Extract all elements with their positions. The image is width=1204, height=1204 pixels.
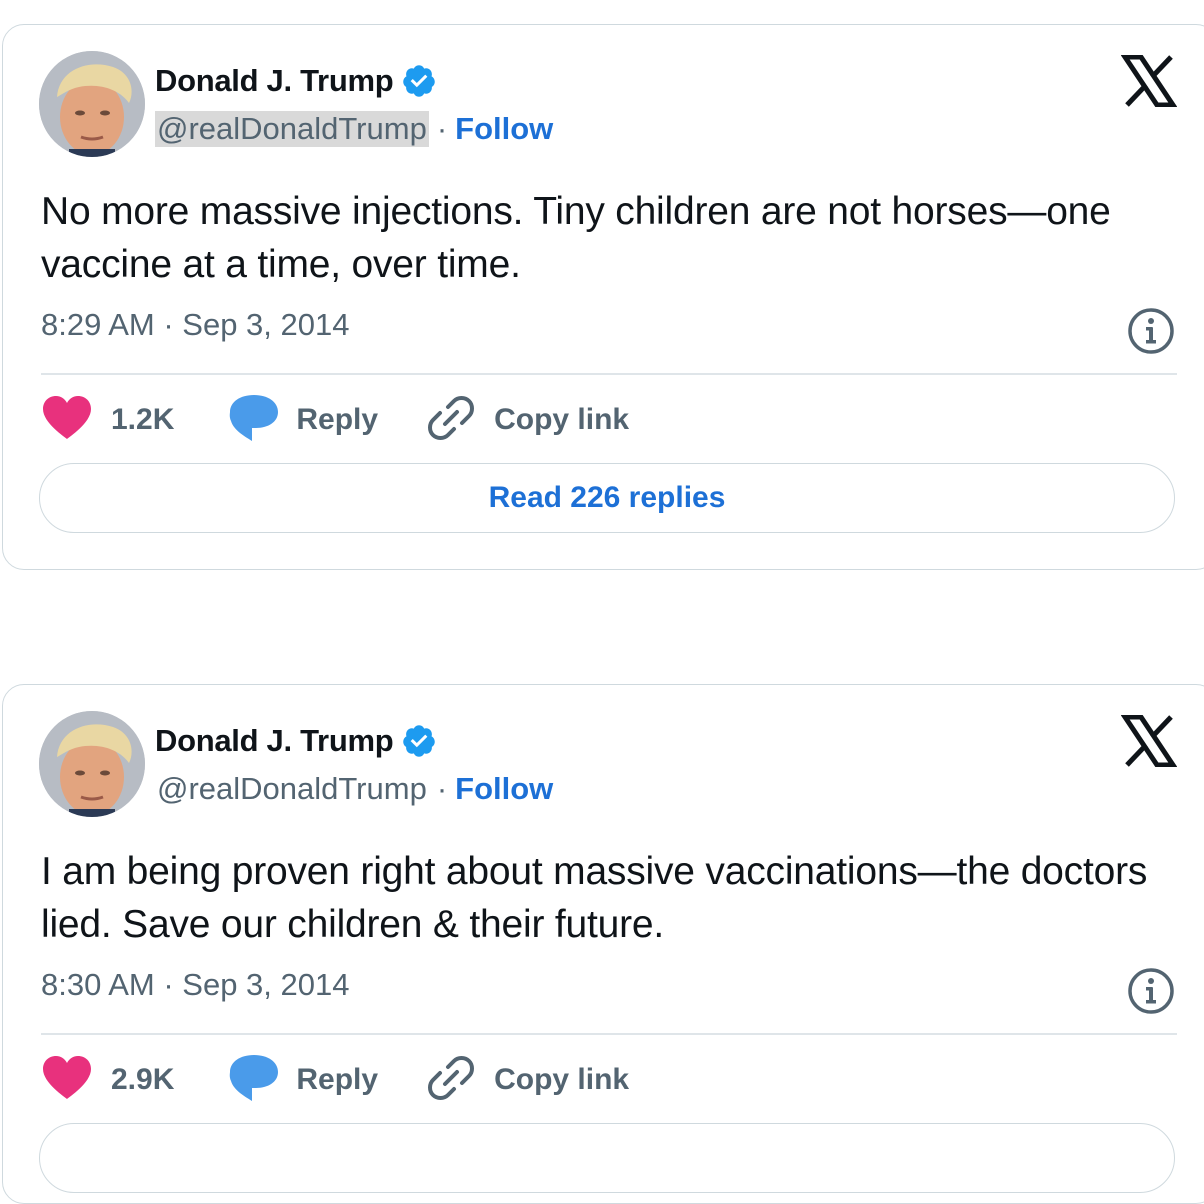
like-button[interactable]: 2.9K bbox=[41, 1055, 174, 1106]
follow-link[interactable]: Follow bbox=[455, 771, 553, 807]
speech-bubble-icon bbox=[228, 1053, 280, 1108]
tweet-text: I am being proven right about massive va… bbox=[41, 850, 1148, 946]
tweet-embed-card: Donald J. Trump @realDonaldTrump · Follo… bbox=[2, 24, 1204, 570]
copy-link-button[interactable]: Copy link bbox=[426, 393, 629, 448]
x-logo-icon[interactable] bbox=[1120, 54, 1178, 108]
info-icon[interactable] bbox=[1125, 965, 1177, 1017]
avatar[interactable] bbox=[39, 711, 145, 817]
separator: · bbox=[436, 771, 448, 806]
speech-bubble-icon bbox=[228, 393, 280, 448]
tweet-embed-card: Donald J. Trump @realDonaldTrump · Follo… bbox=[2, 684, 1204, 1204]
tweet-timestamp[interactable]: 8:29 AM · Sep 3, 2014 bbox=[41, 307, 350, 343]
tweet-actions: 1.2K Reply Copy link bbox=[41, 387, 629, 453]
like-button[interactable]: 1.2K bbox=[41, 395, 174, 446]
divider bbox=[41, 1033, 1177, 1035]
author-handle[interactable]: @realDonaldTrump bbox=[155, 111, 429, 147]
handle-row: @realDonaldTrump · Follow bbox=[155, 109, 553, 149]
copy-link-label: Copy link bbox=[494, 403, 630, 436]
author-row: Donald J. Trump bbox=[155, 721, 437, 761]
reply-button[interactable]: Reply bbox=[228, 1053, 378, 1108]
divider bbox=[41, 373, 1177, 375]
read-replies-button[interactable] bbox=[39, 1123, 1175, 1193]
read-replies-button[interactable]: Read 226 replies bbox=[39, 463, 1175, 533]
copy-link-label: Copy link bbox=[494, 1063, 630, 1096]
heart-icon bbox=[41, 395, 93, 446]
author-handle[interactable]: @realDonaldTrump bbox=[155, 771, 429, 807]
like-count: 1.2K bbox=[111, 403, 175, 436]
verified-badge-icon bbox=[401, 723, 437, 759]
author-name[interactable]: Donald J. Trump bbox=[155, 723, 394, 759]
avatar[interactable] bbox=[39, 51, 145, 157]
reply-button[interactable]: Reply bbox=[228, 393, 378, 448]
link-icon bbox=[426, 1053, 476, 1108]
tweet-text: No more massive injections. Tiny childre… bbox=[41, 190, 1111, 286]
link-icon bbox=[426, 393, 476, 448]
author-row: Donald J. Trump bbox=[155, 61, 437, 101]
like-count: 2.9K bbox=[111, 1063, 175, 1096]
reply-label: Reply bbox=[296, 403, 379, 436]
follow-link[interactable]: Follow bbox=[455, 111, 553, 147]
tweet-actions: 2.9K Reply Copy link bbox=[41, 1047, 629, 1113]
x-logo-icon[interactable] bbox=[1120, 714, 1178, 768]
handle-row: @realDonaldTrump · Follow bbox=[155, 769, 553, 809]
verified-badge-icon bbox=[401, 63, 437, 99]
separator: · bbox=[436, 111, 448, 146]
author-name[interactable]: Donald J. Trump bbox=[155, 63, 394, 99]
copy-link-button[interactable]: Copy link bbox=[426, 1053, 629, 1108]
info-icon[interactable] bbox=[1125, 305, 1177, 357]
heart-icon bbox=[41, 1055, 93, 1106]
tweet-timestamp[interactable]: 8:30 AM · Sep 3, 2014 bbox=[41, 967, 350, 1003]
reply-label: Reply bbox=[296, 1063, 379, 1096]
